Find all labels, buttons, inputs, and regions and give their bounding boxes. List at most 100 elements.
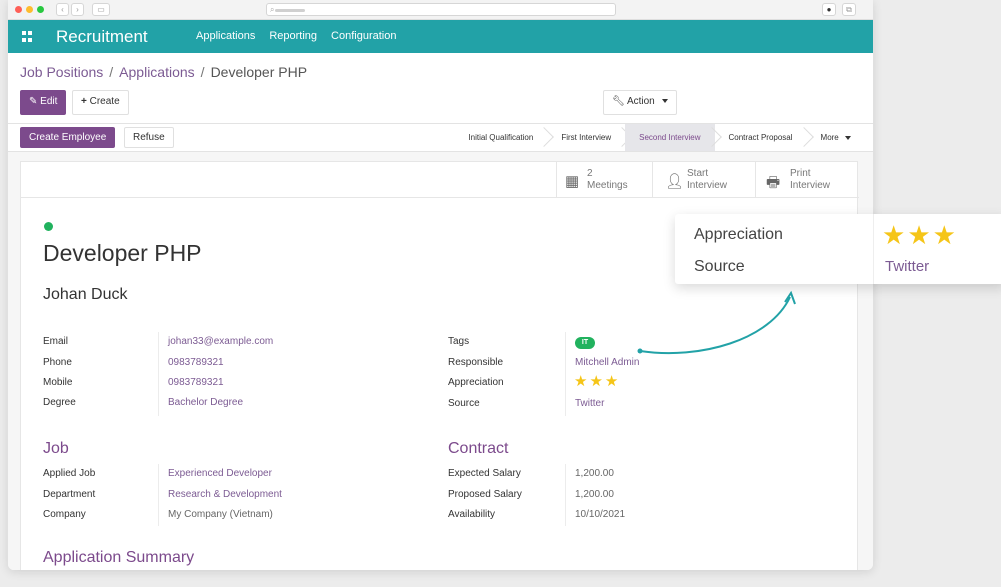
caret-down-icon (845, 135, 851, 140)
edit-label: Edit (40, 96, 58, 107)
action-label: Action (626, 96, 655, 107)
breadcrumb-job-positions[interactable]: Job Positions (20, 64, 103, 80)
menu-configuration[interactable]: Configuration (331, 30, 396, 42)
maximize-window-icon[interactable] (37, 6, 44, 13)
applied-job-value[interactable]: Experienced Developer (168, 468, 272, 479)
source-label: Source (448, 398, 480, 409)
stage-more-dropdown[interactable]: More (807, 124, 865, 151)
start-interview-button[interactable]: 👤︎ Start Interview (652, 162, 755, 198)
menu-applications[interactable]: Applications (196, 30, 255, 42)
forward-icon[interactable]: › (71, 3, 84, 16)
stage-second-interview[interactable]: Second Interview (625, 124, 722, 151)
stage-label: First Interview (561, 133, 612, 142)
field-divider (565, 332, 566, 416)
browser-window: ‹ › ▭ ⌕ ● ⧉ Recruitment Applications Rep… (8, 0, 873, 570)
stage-pipeline: Initial Qualification First Interview Se… (454, 124, 865, 151)
star-icon[interactable]: ★ (933, 220, 958, 250)
company-value[interactable]: My Company (Vietnam) (168, 509, 273, 520)
proposed-salary-value[interactable]: 1,200.00 (575, 489, 614, 500)
responsible-label: Responsible (448, 357, 504, 368)
print-interview-button[interactable]: 🖶︎ Print Interview (755, 162, 859, 198)
close-window-icon[interactable] (15, 6, 22, 13)
share-icon[interactable]: ⧉ (842, 3, 856, 16)
meetings-label: Meetings (587, 180, 628, 191)
availability-value[interactable]: 10/10/2021 (575, 509, 625, 520)
meetings-button[interactable]: ▦ 2 Meetings (556, 162, 652, 198)
star-icon[interactable]: ★ (589, 373, 604, 390)
mobile-value[interactable]: 0983789321 (168, 377, 224, 388)
contract-section-title: Contract (448, 440, 509, 457)
print-icon: 🖶︎ (766, 174, 781, 191)
action-dropdown[interactable]: 🔧︎ Action (603, 90, 677, 115)
star-icon[interactable]: ★ (907, 220, 932, 250)
stage-contract-proposal[interactable]: Contract Proposal (715, 124, 814, 151)
stage-initial-qualification[interactable]: Initial Qualification (454, 124, 555, 151)
sidebar-toggle-icon[interactable]: ▭ (92, 3, 110, 16)
smart-button-bar: ▦ 2 Meetings 👤︎ Start Interview 🖶︎ Print… (21, 162, 859, 198)
browser-chrome: ‹ › ▭ ⌕ ● ⧉ (8, 0, 873, 20)
create-button[interactable]: + Create (72, 90, 129, 115)
stage-label: Second Interview (639, 133, 701, 142)
kanban-state-indicator[interactable] (44, 222, 53, 231)
start-interview-line1: Start (687, 168, 709, 179)
start-interview-line2: Interview (687, 180, 728, 191)
degree-label: Degree (43, 397, 76, 408)
apps-grid-icon[interactable] (22, 31, 33, 42)
edit-button[interactable]: ✎ Edit (20, 90, 67, 115)
url-placeholder (275, 9, 305, 12)
top-menu: Applications Reporting Configuration (196, 30, 396, 42)
phone-label: Phone (43, 357, 72, 368)
pencil-icon: ✎ (29, 96, 38, 107)
application-summary-title: Application Summary (43, 549, 195, 566)
availability-label: Availability (448, 509, 496, 520)
appreciation-label: Appreciation (448, 377, 504, 388)
stage-label: Contract Proposal (728, 133, 793, 142)
responsible-value[interactable]: Mitchell Admin (575, 357, 639, 368)
field-divider (565, 464, 566, 526)
tags-label: Tags (448, 336, 470, 347)
create-employee-button[interactable]: Create Employee (20, 127, 116, 148)
phone-value[interactable]: 0983789321 (168, 357, 224, 368)
tag-badge[interactable]: IT (575, 337, 595, 349)
wrench-icon: 🔧︎ (612, 96, 625, 107)
breadcrumb-applications[interactable]: Applications (119, 64, 195, 80)
department-value[interactable]: Research & Development (168, 489, 282, 500)
star-icon[interactable]: ★ (574, 373, 589, 390)
menu-reporting[interactable]: Reporting (269, 30, 317, 42)
appreciation-stars[interactable]: ★★★ (574, 372, 620, 390)
create-label: Create (89, 96, 120, 107)
applied-job-label: Applied Job (43, 468, 96, 479)
plus-icon: + (81, 96, 87, 107)
meetings-count: 2 (587, 168, 593, 179)
calendar-icon: ▦ (565, 173, 580, 190)
back-icon[interactable]: ‹ (56, 3, 69, 16)
degree-value[interactable]: Bachelor Degree (168, 397, 243, 408)
user-icon: 👤︎ (665, 173, 685, 190)
app-title[interactable]: Recruitment (56, 27, 148, 47)
expected-salary-value[interactable]: 1,200.00 (575, 468, 614, 479)
email-label: Email (43, 336, 69, 347)
breadcrumb-separator: / (109, 64, 114, 80)
department-label: Department (43, 489, 96, 500)
refuse-button[interactable]: Refuse (124, 127, 174, 148)
mobile-label: Mobile (43, 377, 73, 388)
callout-source-value[interactable]: Twitter (885, 258, 929, 275)
star-icon[interactable]: ★ (605, 373, 620, 390)
minimize-window-icon[interactable] (26, 6, 33, 13)
stage-first-interview[interactable]: First Interview (547, 124, 633, 151)
callout-appreciation-label: Appreciation (694, 226, 783, 243)
callout-stars[interactable]: ★★★ (882, 220, 958, 251)
appreciation-callout: Appreciation Source ★★★ Twitter (675, 214, 1001, 284)
print-interview-line2: Interview (790, 180, 831, 191)
url-bar[interactable]: ⌕ (266, 3, 616, 16)
source-value[interactable]: Twitter (575, 398, 604, 409)
caret-down-icon (661, 99, 668, 104)
record-icon[interactable]: ● (822, 3, 836, 16)
record-title: Developer PHP (43, 240, 202, 266)
top-navbar: Recruitment Applications Reporting Confi… (8, 20, 873, 53)
star-icon[interactable]: ★ (882, 220, 907, 250)
stage-label: Initial Qualification (468, 133, 534, 142)
email-value[interactable]: johan33@example.com (168, 336, 273, 347)
breadcrumb-separator: / (200, 64, 205, 80)
proposed-salary-label: Proposed Salary (448, 489, 522, 500)
